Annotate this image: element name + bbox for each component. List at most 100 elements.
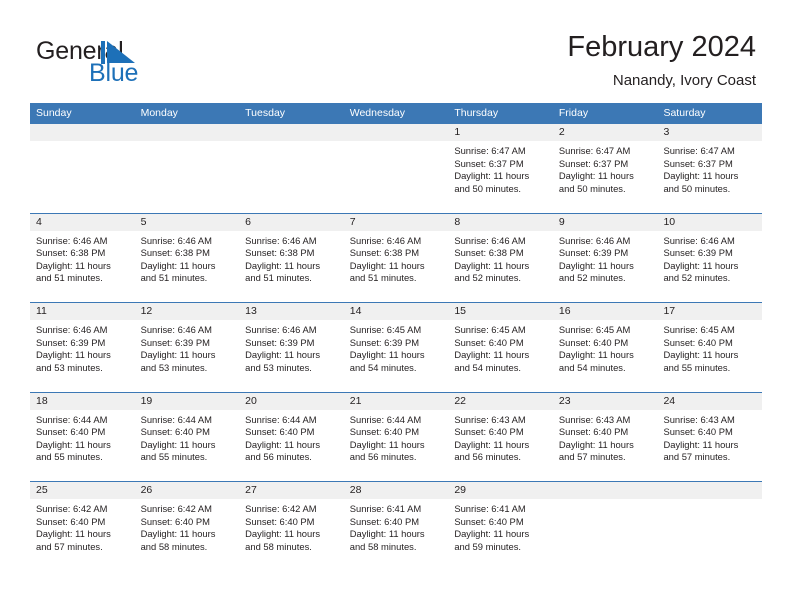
day-details: Sunrise: 6:46 AM Sunset: 6:39 PM Dayligh… bbox=[239, 320, 344, 374]
day-cell: 25 Sunrise: 6:42 AM Sunset: 6:40 PM Dayl… bbox=[30, 482, 135, 571]
day-details: Sunrise: 6:43 AM Sunset: 6:40 PM Dayligh… bbox=[553, 410, 658, 464]
day-number: 15 bbox=[448, 303, 553, 320]
day-cell: 15 Sunrise: 6:45 AM Sunset: 6:40 PM Dayl… bbox=[448, 303, 553, 392]
daylight-text-line1: Daylight: 11 hours bbox=[36, 259, 111, 271]
week-row: 25 Sunrise: 6:42 AM Sunset: 6:40 PM Dayl… bbox=[30, 481, 763, 571]
day-cell: 13 Sunrise: 6:46 AM Sunset: 6:39 PM Dayl… bbox=[239, 303, 344, 392]
day-cell: 23 Sunrise: 6:43 AM Sunset: 6:40 PM Dayl… bbox=[552, 392, 658, 482]
daylight-text-line2: and 51 minutes. bbox=[245, 272, 312, 284]
daylight-text-line2: and 53 minutes. bbox=[36, 361, 103, 373]
day-details bbox=[553, 499, 658, 503]
day-details: Sunrise: 6:46 AM Sunset: 6:38 PM Dayligh… bbox=[344, 231, 449, 285]
daylight-text-line1: Daylight: 11 hours bbox=[454, 259, 530, 271]
daylight-text-line2: and 50 minutes. bbox=[663, 182, 731, 194]
sunrise-text: Sunrise: 6:45 AM bbox=[454, 324, 526, 335]
daylight-text-line2: and 56 minutes. bbox=[454, 451, 522, 463]
day-details: Sunrise: 6:41 AM Sunset: 6:40 PM Dayligh… bbox=[448, 499, 553, 553]
day-number: 25 bbox=[30, 482, 135, 499]
day-cell: 5 Sunrise: 6:46 AM Sunset: 6:38 PM Dayli… bbox=[134, 213, 240, 303]
daylight-text-line2: and 52 minutes. bbox=[558, 272, 626, 284]
weekday-header-thursday: Thursday bbox=[454, 107, 499, 119]
day-cell bbox=[552, 482, 658, 571]
daylight-text-line2: and 57 minutes. bbox=[558, 451, 626, 463]
day-details bbox=[344, 141, 449, 145]
sunrise-text: Sunrise: 6:47 AM bbox=[454, 145, 526, 156]
week-row: 18 Sunrise: 6:44 AM Sunset: 6:40 PM Dayl… bbox=[30, 391, 763, 482]
weekday-header-monday: Monday bbox=[140, 107, 178, 119]
daylight-text-line1: Daylight: 11 hours bbox=[140, 528, 216, 540]
sunrise-text: Sunrise: 6:45 AM bbox=[558, 324, 631, 335]
daylight-text-line1: Daylight: 11 hours bbox=[140, 259, 216, 271]
daylight-text-line1: Daylight: 11 hours bbox=[349, 528, 425, 540]
day-number bbox=[239, 124, 344, 141]
day-cell: 2 Sunrise: 6:47 AM Sunset: 6:37 PM Dayli… bbox=[552, 124, 658, 213]
sunrise-text: Sunrise: 6:45 AM bbox=[349, 324, 422, 335]
daylight-text-line2: and 58 minutes. bbox=[245, 540, 312, 552]
sunrise-text: Sunrise: 6:46 AM bbox=[245, 324, 317, 335]
sunset-text: Sunset: 6:40 PM bbox=[140, 426, 210, 438]
sunset-text: Sunset: 6:38 PM bbox=[349, 247, 420, 259]
day-cell: 19 Sunrise: 6:44 AM Sunset: 6:40 PM Dayl… bbox=[134, 392, 240, 482]
brand-logo[interactable]: General Blue bbox=[36, 38, 266, 92]
day-number: 1 bbox=[448, 124, 553, 141]
daylight-text-line1: Daylight: 11 hours bbox=[349, 438, 425, 450]
day-number: 16 bbox=[552, 303, 658, 320]
day-details: Sunrise: 6:45 AM Sunset: 6:40 PM Dayligh… bbox=[657, 320, 762, 374]
sunset-text: Sunset: 6:38 PM bbox=[245, 247, 315, 259]
sunset-text: Sunset: 6:40 PM bbox=[663, 426, 733, 438]
day-number bbox=[343, 124, 449, 141]
daylight-text-line2: and 55 minutes. bbox=[663, 361, 731, 373]
daylight-text-line1: Daylight: 11 hours bbox=[36, 528, 111, 540]
page-header: General Blue February 2024 Nanandy, Ivor… bbox=[0, 0, 792, 103]
sunrise-text: Sunrise: 6:46 AM bbox=[663, 234, 735, 246]
day-details bbox=[239, 141, 344, 145]
day-number: 13 bbox=[239, 303, 344, 320]
sunset-text: Sunset: 6:40 PM bbox=[454, 426, 524, 438]
day-cell: 24 Sunrise: 6:43 AM Sunset: 6:40 PM Dayl… bbox=[657, 392, 763, 482]
sunrise-text: Sunrise: 6:42 AM bbox=[245, 503, 317, 514]
day-number: 28 bbox=[343, 482, 449, 499]
sunrise-text: Sunrise: 6:46 AM bbox=[140, 234, 212, 246]
page-title: February 2024 bbox=[567, 31, 756, 63]
daylight-text-line2: and 54 minutes. bbox=[454, 361, 522, 373]
weekday-header-saturday: Saturday bbox=[663, 107, 706, 119]
sunset-text: Sunset: 6:37 PM bbox=[558, 157, 629, 169]
daylight-text-line1: Daylight: 11 hours bbox=[454, 528, 530, 540]
day-cell bbox=[657, 482, 763, 571]
day-cell: 4 Sunrise: 6:46 AM Sunset: 6:38 PM Dayli… bbox=[30, 213, 135, 303]
daylight-text-line2: and 54 minutes. bbox=[558, 361, 626, 373]
day-details bbox=[657, 499, 762, 503]
calendar-grid: Sunday Monday Tuesday Wednesday Thursday… bbox=[30, 103, 763, 571]
sunrise-text: Sunrise: 6:46 AM bbox=[36, 324, 108, 335]
sunset-text: Sunset: 6:37 PM bbox=[454, 157, 524, 169]
week-row: 11 Sunrise: 6:46 AM Sunset: 6:39 PM Dayl… bbox=[30, 302, 763, 392]
daylight-text-line1: Daylight: 11 hours bbox=[663, 170, 739, 182]
day-cell: 27 Sunrise: 6:42 AM Sunset: 6:40 PM Dayl… bbox=[239, 482, 344, 571]
daylight-text-line2: and 58 minutes. bbox=[349, 540, 417, 552]
day-number: 8 bbox=[448, 213, 553, 231]
sunrise-text: Sunrise: 6:46 AM bbox=[454, 234, 526, 246]
sunrise-text: Sunrise: 6:44 AM bbox=[140, 413, 212, 425]
daylight-text-line2: and 51 minutes. bbox=[349, 272, 417, 284]
daylight-text-line2: and 55 minutes. bbox=[140, 451, 208, 463]
day-details: Sunrise: 6:46 AM Sunset: 6:39 PM Dayligh… bbox=[657, 231, 762, 285]
day-number: 21 bbox=[343, 392, 449, 410]
daylight-text-line2: and 52 minutes. bbox=[454, 272, 522, 284]
daylight-text-line1: Daylight: 11 hours bbox=[663, 438, 739, 450]
day-cell: 14 Sunrise: 6:45 AM Sunset: 6:39 PM Dayl… bbox=[343, 303, 449, 392]
daylight-text-line1: Daylight: 11 hours bbox=[663, 259, 739, 271]
sunset-text: Sunset: 6:40 PM bbox=[245, 426, 315, 438]
weekday-header-wednesday: Wednesday bbox=[349, 107, 405, 119]
sunset-text: Sunset: 6:39 PM bbox=[349, 336, 420, 348]
sunset-text: Sunset: 6:38 PM bbox=[454, 247, 524, 259]
daylight-text-line1: Daylight: 11 hours bbox=[349, 349, 425, 361]
day-cell bbox=[343, 124, 449, 213]
daylight-text-line1: Daylight: 11 hours bbox=[349, 259, 425, 271]
day-details: Sunrise: 6:46 AM Sunset: 6:38 PM Dayligh… bbox=[448, 231, 553, 285]
day-number: 14 bbox=[343, 303, 449, 320]
day-number: 2 bbox=[552, 124, 658, 141]
sunset-text: Sunset: 6:40 PM bbox=[245, 515, 315, 527]
page-subtitle: Nanandy, Ivory Coast bbox=[612, 72, 756, 89]
day-number: 11 bbox=[30, 303, 135, 320]
sunrise-text: Sunrise: 6:41 AM bbox=[454, 503, 526, 514]
